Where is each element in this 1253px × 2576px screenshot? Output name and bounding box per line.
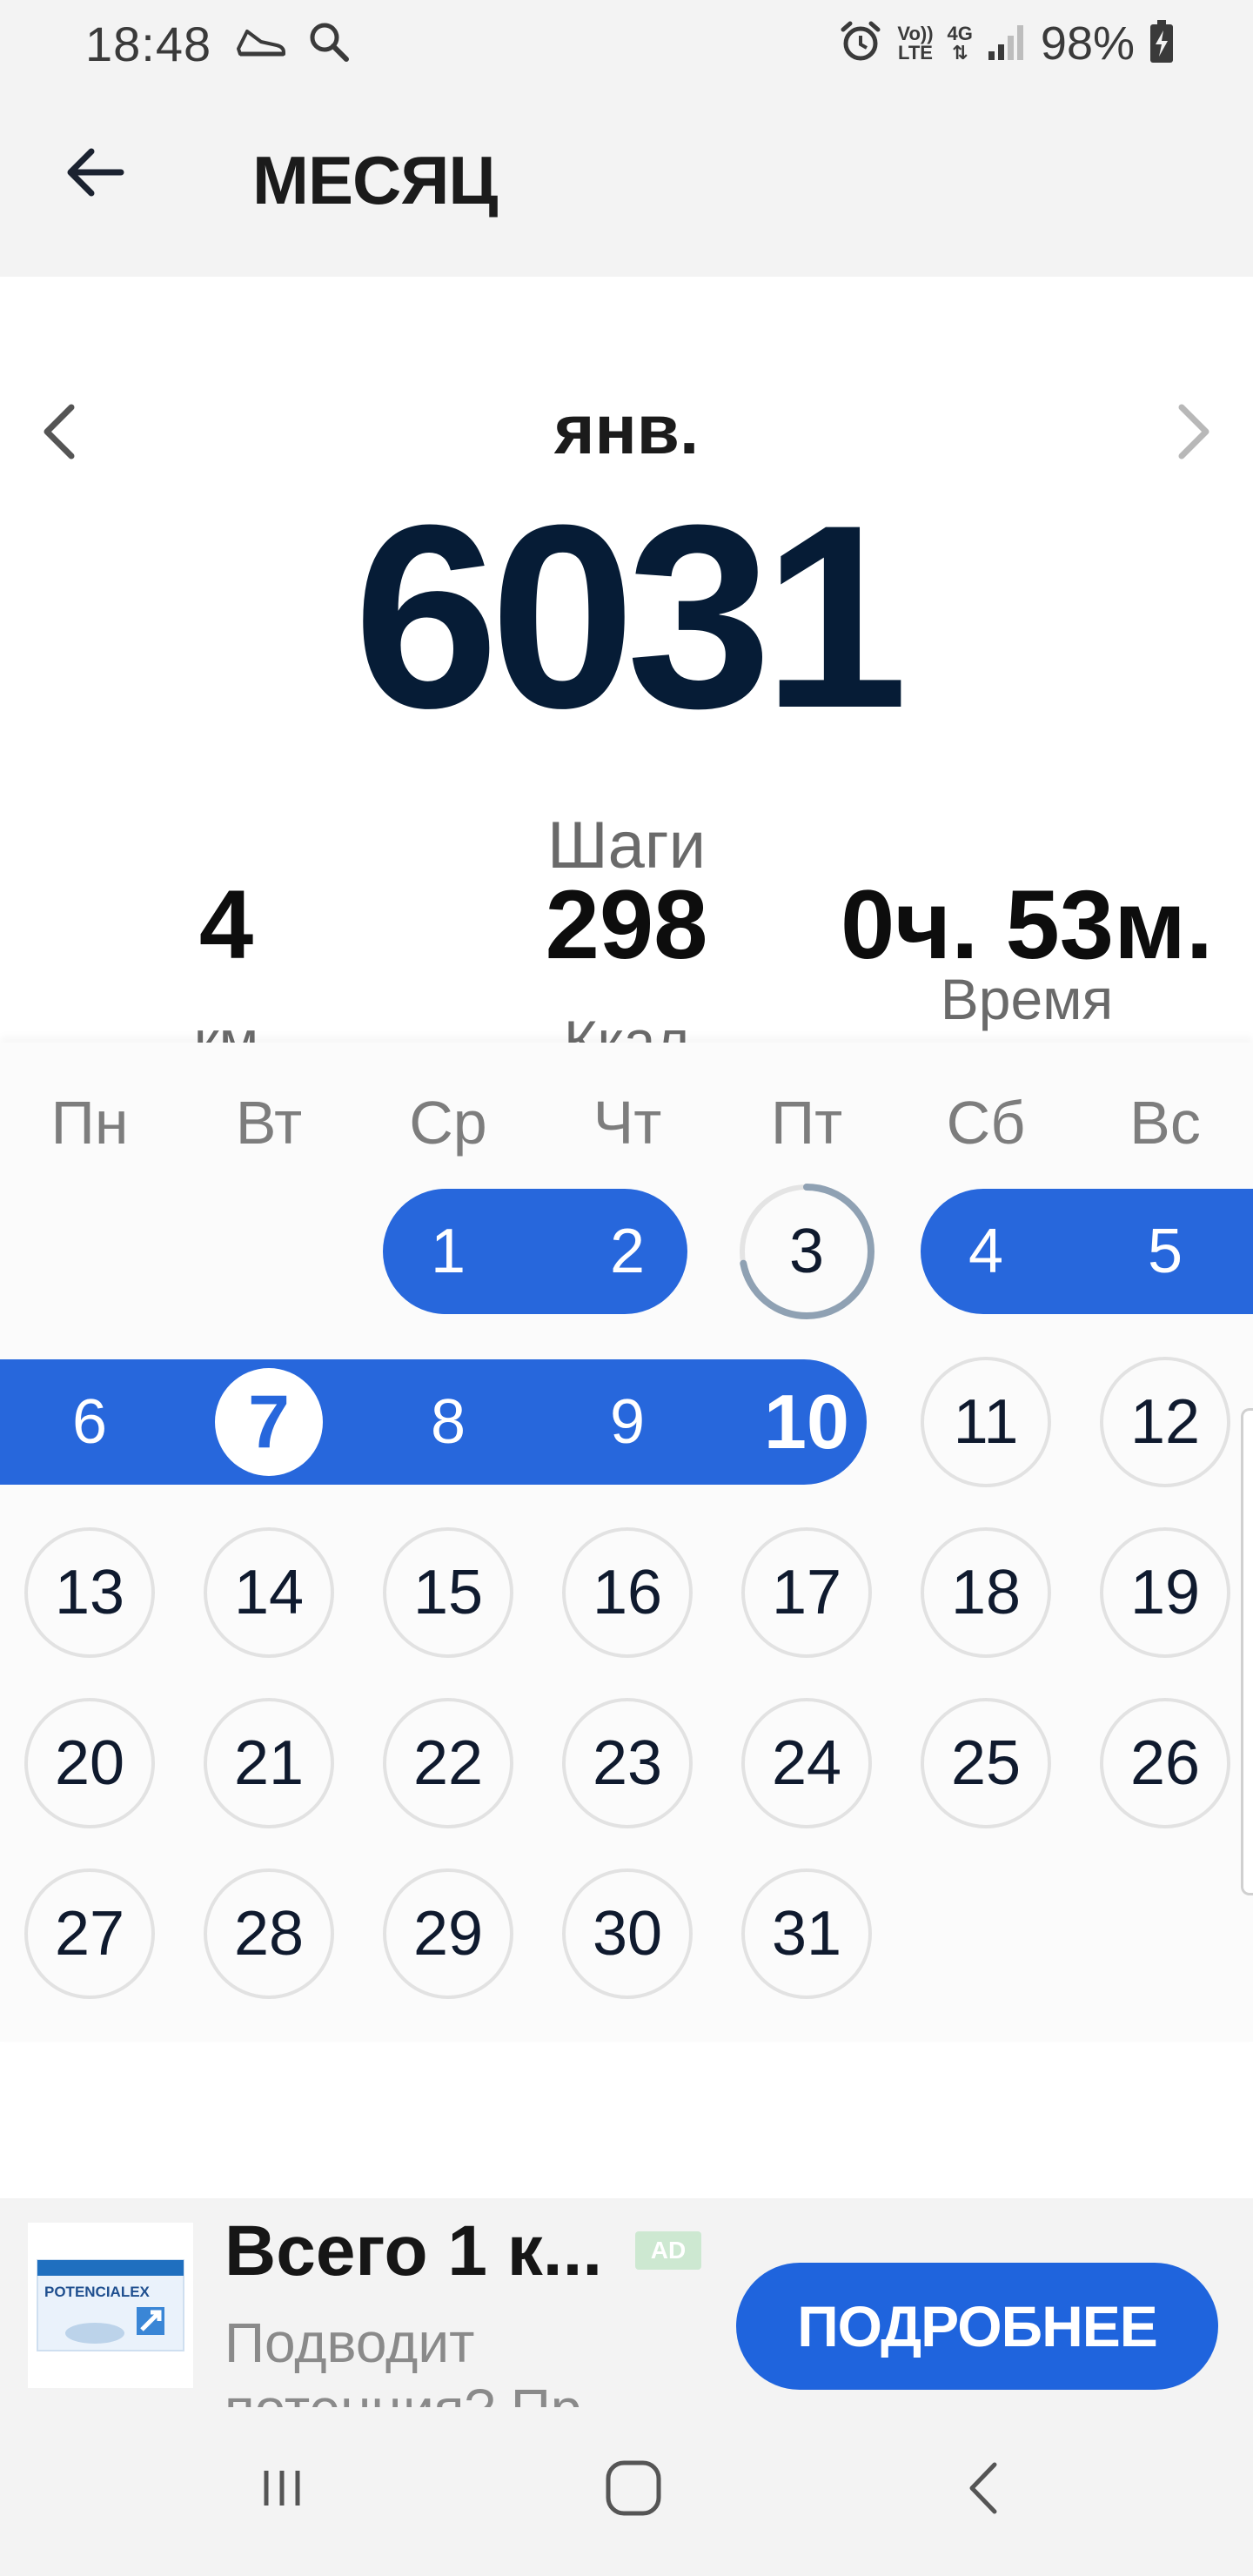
shoe-icon (235, 24, 287, 64)
alarm-icon (838, 19, 883, 69)
ad-more-button[interactable]: ПОДРОБНЕЕ (736, 2263, 1218, 2390)
calendar-day-today[interactable]: 10 (717, 1337, 896, 1507)
calendar-day[interactable]: 23 (538, 1678, 717, 1848)
calories-label: Ккал (564, 1009, 689, 1043)
calendar-day[interactable]: 11 (896, 1337, 1075, 1507)
calendar-day[interactable]: 3 (717, 1166, 896, 1337)
system-back-button[interactable] (931, 2442, 1035, 2538)
weekday-fri: Пт (770, 1089, 843, 1157)
calendar-day-current[interactable]: 7 (179, 1337, 358, 1507)
ad-headline[interactable]: Всего 1 к... (224, 2210, 602, 2292)
calendar-day[interactable]: 4 (896, 1166, 1075, 1337)
calendar-day[interactable]: 26 (1075, 1678, 1253, 1848)
weekday-sat: Сб (946, 1089, 1026, 1157)
chevron-right-icon (1176, 404, 1211, 464)
month-label: янв. (553, 391, 700, 468)
calendar-day[interactable]: 5 (1075, 1166, 1253, 1337)
status-left-icons (235, 19, 352, 68)
time-label: Время (940, 967, 1114, 1031)
home-icon (603, 2458, 664, 2523)
app-bar: МЕСЯЦ (0, 87, 1253, 277)
calendar-day[interactable]: 24 (717, 1678, 896, 1848)
calendar-day[interactable]: 18 (896, 1507, 1075, 1678)
calories-value: 298 (545, 870, 708, 979)
time-value: 0ч. 53м. (840, 870, 1214, 979)
ad-banner[interactable]: POTENCIALEX Всего 1 к... AD Подводит пот… (0, 2198, 1253, 2407)
data-arrows-icon: ⇅ (952, 42, 968, 64)
month-calendar: Пн Вт Ср Чт Пт Сб Вс 1 2 3 4 5 6 7 8 9 1… (0, 1043, 1253, 2042)
page-title: МЕСЯЦ (252, 142, 498, 218)
back-button[interactable] (52, 131, 139, 218)
system-navigation-bar (0, 2407, 1253, 2576)
calendar-day[interactable]: 19 (1075, 1507, 1253, 1678)
back-chevron-icon (962, 2458, 1005, 2523)
arrow-left-icon (65, 146, 126, 203)
home-button[interactable] (581, 2442, 686, 2538)
calendar-day[interactable]: 16 (538, 1507, 717, 1678)
calendar-day[interactable]: 12 (1075, 1337, 1253, 1507)
calendar-day[interactable]: 8 (358, 1337, 538, 1507)
battery-charging-icon (1149, 19, 1175, 68)
calendar-day[interactable]: 27 (0, 1848, 179, 2019)
ad-badge: AD (635, 2231, 701, 2270)
calendar-day[interactable]: 9 (538, 1337, 717, 1507)
signal-icon (987, 22, 1027, 66)
calendar-day[interactable]: 14 (179, 1507, 358, 1678)
calendar-day[interactable]: 22 (358, 1678, 538, 1848)
distance-value: 4 (198, 870, 254, 979)
calendar-day[interactable]: 17 (717, 1507, 896, 1678)
calendar-day[interactable]: 15 (358, 1507, 538, 1678)
network-indicator: 4G ⇅ (947, 23, 973, 64)
volte-indicator: Vo)) LTE (897, 23, 934, 64)
ad-body-text[interactable]: Подводит потенция? Пр (224, 2310, 660, 2407)
calendar-day[interactable]: 2 (538, 1166, 717, 1337)
steps-total: 6031 (353, 470, 908, 762)
next-month-button[interactable] (1159, 390, 1229, 477)
calendar-day[interactable]: 28 (179, 1848, 358, 2019)
calendar-day[interactable]: 20 (0, 1678, 179, 1848)
recent-apps-icon (256, 2462, 308, 2519)
recent-apps-button[interactable] (230, 2442, 334, 2538)
calendar-day[interactable]: 25 (896, 1678, 1075, 1848)
calendar-day[interactable]: 31 (717, 1848, 896, 2019)
weekday-wed: Ср (409, 1089, 487, 1157)
ad-brand-text: POTENCIALEX (44, 2284, 151, 2300)
month-summary: янв. 6031 Шаги 4 км 298 Ккал 0ч. 53м. Вр… (0, 277, 1253, 1043)
calendar-day[interactable]: 13 (0, 1507, 179, 1678)
distance-label: км (193, 1009, 259, 1043)
day-goal-progress: 3 (737, 1182, 876, 1321)
ad-product-image[interactable]: POTENCIALEX (28, 2223, 193, 2388)
weekday-thu: Чт (593, 1089, 662, 1157)
calendar-day[interactable]: 29 (358, 1848, 538, 2019)
calendar-day[interactable]: 30 (538, 1848, 717, 2019)
calendar-day[interactable]: 1 (358, 1166, 538, 1337)
status-bar: 18:48 Vo)) LTE 4G ⇅ 98% (0, 0, 1253, 87)
calendar-day[interactable]: 6 (0, 1337, 179, 1507)
calendar-day[interactable]: 21 (179, 1678, 358, 1848)
battery-percent: 98% (1040, 17, 1135, 70)
search-icon (306, 19, 352, 69)
status-time: 18:48 (85, 17, 212, 71)
weekday-mon: Пн (50, 1089, 129, 1157)
scrollbar[interactable] (1241, 1408, 1253, 1895)
status-right-icons: Vo)) LTE 4G ⇅ 98% (838, 12, 1175, 75)
weekday-tue: Вт (235, 1089, 303, 1157)
weekday-sun: Вс (1129, 1089, 1201, 1157)
